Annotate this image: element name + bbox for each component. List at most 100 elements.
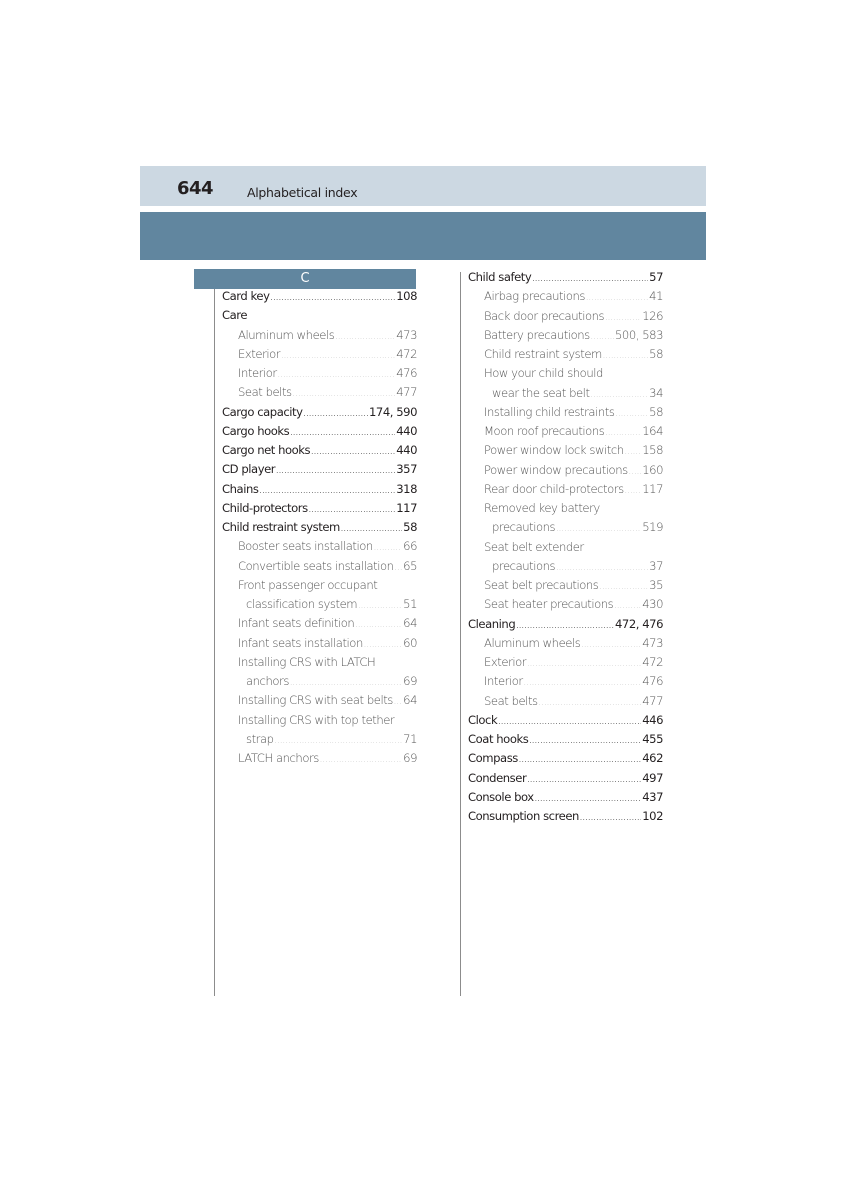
index-entry[interactable]: Seat belts 477 <box>468 694 663 713</box>
page-reference[interactable]: 65 <box>403 559 417 573</box>
index-entry[interactable]: precautions 37 <box>468 559 663 578</box>
page-reference[interactable]: 66 <box>403 539 417 553</box>
index-entry[interactable]: Moon roof precautions 164 <box>468 424 663 443</box>
page-reference[interactable]: 455 <box>642 732 663 746</box>
index-entry[interactable]: Cargo net hooks 440 <box>222 443 417 462</box>
index-entry[interactable]: Airbag precautions 41 <box>468 289 663 308</box>
index-entry[interactable]: LATCH anchors 69 <box>222 751 417 770</box>
index-entry[interactable]: Aluminum wheels 473 <box>468 636 663 655</box>
index-entry[interactable]: Compass 462 <box>468 751 663 770</box>
index-entry[interactable]: Cargo capacity 174, 590 <box>222 405 417 424</box>
index-entry[interactable]: Exterior 472 <box>222 347 417 366</box>
page-reference[interactable]: 473 <box>396 328 417 342</box>
page-reference[interactable]: 57 <box>649 270 663 284</box>
page-reference[interactable]: 472 <box>396 347 417 361</box>
index-entry[interactable]: Coat hooks 455 <box>468 732 663 751</box>
index-entry[interactable]: precautions 519 <box>468 520 663 539</box>
index-entry[interactable]: Child restraint system 58 <box>222 520 417 539</box>
page-reference[interactable]: 477 <box>642 694 663 708</box>
index-entry[interactable]: Installing CRS with seat belts 64 <box>222 693 417 712</box>
page-reference[interactable]: 476 <box>642 674 663 688</box>
page-reference[interactable]: 117 <box>396 501 417 515</box>
index-entry[interactable]: Condenser 497 <box>468 771 663 790</box>
page-reference[interactable]: 437 <box>642 790 663 804</box>
index-entry[interactable]: Seat heater precautions 430 <box>468 597 663 616</box>
index-entry[interactable]: Installing child restraints 58 <box>468 405 663 424</box>
page-reference[interactable]: 69 <box>403 674 417 688</box>
index-entry[interactable]: strap 71 <box>222 732 417 751</box>
page-reference[interactable]: 318 <box>396 482 417 496</box>
index-entry[interactable]: Aluminum wheels 473 <box>222 328 417 347</box>
index-entry[interactable]: wear the seat belt 34 <box>468 386 663 405</box>
index-entry[interactable]: Interior 476 <box>468 674 663 693</box>
dot-leader <box>527 776 641 784</box>
index-entry[interactable]: Battery precautions 500, 583 <box>468 328 663 347</box>
page-reference[interactable]: 58 <box>403 520 417 534</box>
page-reference[interactable]: 473 <box>642 636 663 650</box>
index-entry[interactable]: Card key 108 <box>222 289 417 308</box>
page-reference[interactable]: 102 <box>642 809 663 823</box>
index-entry[interactable]: Seat belts 477 <box>222 385 417 404</box>
page-reference[interactable]: 174, 590 <box>369 405 417 419</box>
page-reference[interactable]: 472 <box>642 655 663 669</box>
page-reference[interactable]: 477 <box>396 385 417 399</box>
page-reference[interactable]: 126 <box>642 309 663 323</box>
page-reference[interactable]: 64 <box>403 616 417 630</box>
page-reference[interactable]: 500, 583 <box>615 328 663 342</box>
page-reference[interactable]: 41 <box>649 289 663 303</box>
page-reference[interactable]: 64 <box>403 693 417 707</box>
index-entry[interactable]: Child safety 57 <box>468 270 663 289</box>
page-reference[interactable]: 69 <box>403 751 417 765</box>
index-entry[interactable]: Cleaning 472, 476 <box>468 617 663 636</box>
entry-label: Clock <box>468 712 498 727</box>
index-entry[interactable]: Interior 476 <box>222 366 417 385</box>
page-reference[interactable]: 440 <box>396 424 417 438</box>
page-reference[interactable]: 158 <box>642 443 663 457</box>
page-reference[interactable]: 51 <box>403 597 417 611</box>
index-entry[interactable]: classification system 51 <box>222 597 417 616</box>
index-entry[interactable]: Seat belt precautions 35 <box>468 578 663 597</box>
index-entry[interactable]: anchors 69 <box>222 674 417 693</box>
entry-label: Installing child restraints <box>484 404 615 419</box>
index-entry[interactable]: Chains 318 <box>222 482 417 501</box>
index-entry[interactable]: Cargo hooks 440 <box>222 424 417 443</box>
index-entry[interactable]: Exterior 472 <box>468 655 663 674</box>
index-entry[interactable]: Child-protectors 117 <box>222 501 417 520</box>
index-entry[interactable]: Convertible seats installation 65 <box>222 559 417 578</box>
page-reference[interactable]: 58 <box>649 405 663 419</box>
page-reference[interactable]: 108 <box>396 289 417 303</box>
page-reference[interactable]: 71 <box>403 732 417 746</box>
page-reference[interactable]: 117 <box>642 482 663 496</box>
index-entry[interactable]: Power window lock switch 158 <box>468 443 663 462</box>
index-entry[interactable]: Booster seats installation 66 <box>222 539 417 558</box>
index-entry[interactable]: Back door precautions 126 <box>468 309 663 328</box>
index-entry[interactable]: Child restraint system 58 <box>468 347 663 366</box>
page-reference[interactable]: 430 <box>642 597 663 611</box>
page-reference[interactable]: 34 <box>649 386 663 400</box>
page-reference[interactable]: 35 <box>649 578 663 592</box>
page-reference[interactable]: 164 <box>642 424 663 438</box>
page-reference[interactable]: 58 <box>649 347 663 361</box>
page-reference[interactable]: 462 <box>642 751 663 765</box>
page-reference[interactable]: 37 <box>649 559 663 573</box>
index-entry[interactable]: Infant seats definition 64 <box>222 616 417 635</box>
dot-leader <box>614 602 641 610</box>
entry-label: Moon roof precautions <box>484 424 605 438</box>
page-reference[interactable]: 476 <box>396 366 417 380</box>
index-entry[interactable]: Console box 437 <box>468 790 663 809</box>
page-reference[interactable]: 60 <box>403 636 417 650</box>
index-entry[interactable]: Consumption screen 102 <box>468 809 663 828</box>
page-reference[interactable]: 440 <box>396 443 417 457</box>
page-reference[interactable]: 519 <box>642 520 663 534</box>
index-entry[interactable]: Power window precautions 160 <box>468 463 663 482</box>
dot-leader <box>364 641 402 649</box>
index-entry[interactable]: Clock 446 <box>468 713 663 732</box>
page-reference[interactable]: 357 <box>396 462 417 476</box>
index-entry[interactable]: CD player 357 <box>222 462 417 481</box>
index-entry[interactable]: Infant seats installation 60 <box>222 636 417 655</box>
index-entry[interactable]: Rear door child-protectors 117 <box>468 482 663 501</box>
page-reference[interactable]: 472, 476 <box>615 617 663 631</box>
page-reference[interactable]: 160 <box>642 463 663 477</box>
page-reference[interactable]: 446 <box>642 713 663 727</box>
page-reference[interactable]: 497 <box>642 771 663 785</box>
